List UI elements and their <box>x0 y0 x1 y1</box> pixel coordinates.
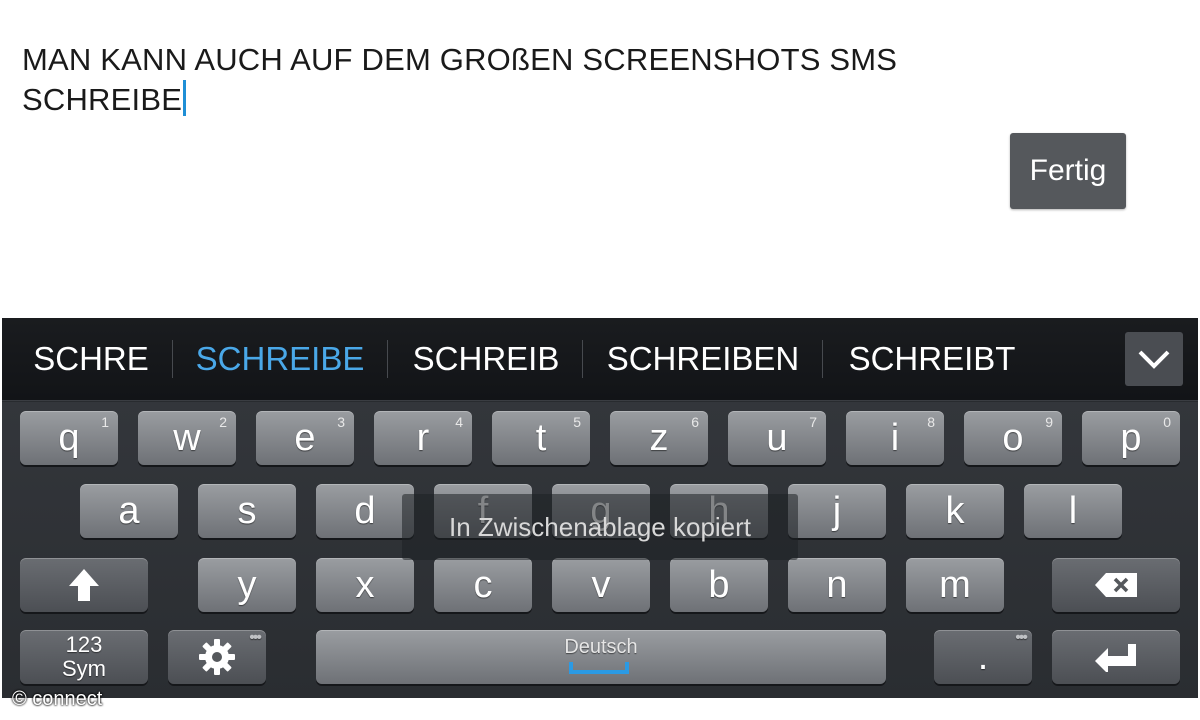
key-label: q <box>58 416 80 459</box>
enter-icon <box>1095 644 1136 672</box>
key-number-hint: 0 <box>1163 414 1171 430</box>
key-k[interactable]: k <box>906 484 1004 538</box>
more-options-dots-icon: ••• <box>249 629 262 646</box>
suggestion-item-selected[interactable]: SCHREIBE <box>182 318 378 400</box>
suggestion-item[interactable]: SCHREIB <box>396 318 576 400</box>
done-button[interactable]: Fertig <box>1010 133 1126 209</box>
key-number-hint: 1 <box>101 414 109 430</box>
key-label: z <box>649 416 669 459</box>
key-d[interactable]: d <box>316 484 414 538</box>
key-label: t <box>535 416 547 459</box>
message-text: MAN KANN AUCH AUF DEM GROßEN SCREENSHOTS… <box>22 42 898 117</box>
period-key-label: . <box>977 635 989 678</box>
key-n[interactable]: n <box>788 558 886 612</box>
shift-key[interactable] <box>20 558 148 612</box>
key-m[interactable]: m <box>906 558 1004 612</box>
space-bar-icon <box>569 662 629 674</box>
space-key[interactable]: Deutsch <box>316 630 886 684</box>
text-cursor <box>183 80 187 116</box>
suggestion-bar: SCHRE SCHREIBE SCHREIB SCHREIBEN SCHREIB… <box>2 318 1198 401</box>
key-label: e <box>294 416 316 459</box>
message-text-field[interactable]: MAN KANN AUCH AUF DEM GROßEN SCREENSHOTS… <box>22 40 962 120</box>
key-l[interactable]: l <box>1024 484 1122 538</box>
key-a[interactable]: a <box>80 484 178 538</box>
key-o[interactable]: o9 <box>964 411 1062 465</box>
key-number-hint: 9 <box>1045 414 1053 430</box>
key-label: i <box>890 416 900 459</box>
backspace-key[interactable] <box>1052 558 1180 612</box>
key-u[interactable]: u7 <box>728 411 826 465</box>
gear-icon <box>199 639 235 675</box>
key-q[interactable]: q1 <box>20 411 118 465</box>
space-language-label: Deutsch <box>564 636 638 658</box>
suggestion-item[interactable]: SCHRE <box>16 318 166 400</box>
key-c[interactable]: c <box>434 558 532 612</box>
key-v[interactable]: v <box>552 558 650 612</box>
key-e[interactable]: e3 <box>256 411 354 465</box>
key-label: u <box>766 416 788 459</box>
key-number-hint: 3 <box>337 414 345 430</box>
enter-key[interactable] <box>1052 630 1180 684</box>
key-number-hint: 2 <box>219 414 227 430</box>
suggestion-divider <box>582 340 583 378</box>
period-key[interactable]: . ••• <box>934 630 1032 684</box>
key-i[interactable]: i8 <box>846 411 944 465</box>
expand-suggestions-button[interactable] <box>1125 332 1183 386</box>
suggestion-divider <box>387 340 388 378</box>
key-y[interactable]: y <box>198 558 296 612</box>
key-number-hint: 8 <box>927 414 935 430</box>
key-number-hint: 4 <box>455 414 463 430</box>
suggestion-divider <box>822 340 823 378</box>
key-number-hint: 7 <box>809 414 817 430</box>
key-x[interactable]: x <box>316 558 414 612</box>
suggestion-item[interactable]: SCHREIBT <box>832 318 1032 400</box>
key-w[interactable]: w2 <box>138 411 236 465</box>
key-label: o <box>1002 416 1024 459</box>
key-j[interactable]: j <box>788 484 886 538</box>
symbols-key[interactable]: 123 Sym <box>20 630 148 684</box>
key-number-hint: 6 <box>691 414 699 430</box>
key-b[interactable]: b <box>670 558 768 612</box>
key-r[interactable]: r4 <box>374 411 472 465</box>
suggestion-item[interactable]: SCHREIBEN <box>592 318 814 400</box>
watermark: © connect <box>12 688 103 710</box>
more-options-dots-icon: ••• <box>1015 629 1028 646</box>
symbols-key-line1: 123 <box>65 632 103 657</box>
backspace-icon <box>1095 573 1137 597</box>
key-label: r <box>416 416 430 459</box>
shift-arrow-icon <box>69 569 99 601</box>
key-t[interactable]: t5 <box>492 411 590 465</box>
key-number-hint: 5 <box>573 414 581 430</box>
settings-key[interactable]: ••• <box>168 630 266 684</box>
chevron-down-icon <box>1138 350 1170 369</box>
symbols-key-line2: Sym <box>62 656 106 681</box>
key-label: w <box>173 416 201 459</box>
symbols-key-label: 123 Sym <box>62 633 106 681</box>
key-z[interactable]: z6 <box>610 411 708 465</box>
key-s[interactable]: s <box>198 484 296 538</box>
key-p[interactable]: p0 <box>1082 411 1180 465</box>
clipboard-toast: In Zwischenablage kopiert <box>402 494 798 560</box>
suggestion-divider <box>172 340 173 378</box>
key-label: p <box>1120 416 1142 459</box>
